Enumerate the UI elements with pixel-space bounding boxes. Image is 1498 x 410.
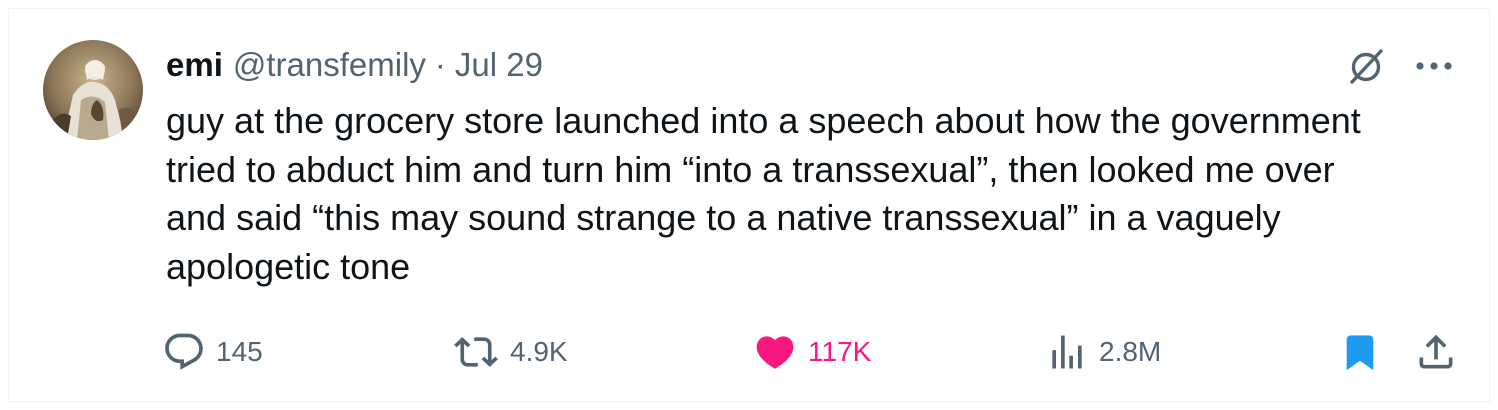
grok-icon[interactable] [1346,46,1386,86]
views-button[interactable]: 2.8M [1045,330,1161,374]
share-button[interactable] [1414,330,1458,374]
tweet-header: emi @transfemily · Jul 29 [166,42,543,88]
display-name[interactable]: emi [166,46,223,84]
bookmark-icon [1346,335,1374,371]
tweet-text-line: and said “this may sound strange to a na… [166,197,1281,238]
avatar[interactable] [43,40,143,140]
tweet-text-line: guy at the grocery store launched into a… [166,100,1361,141]
like-button[interactable]: 117K [752,330,871,374]
tweet-text: guy at the grocery store launched into a… [166,97,1466,291]
views-icon [1052,335,1082,369]
repost-icon [454,337,498,367]
avatar-image [43,40,143,140]
reply-button[interactable]: 145 [162,330,263,374]
share-icon [1419,334,1453,369]
views-count: 2.8M [1099,336,1162,367]
like-icon [756,336,794,369]
tweet-date[interactable]: Jul 29 [455,46,543,84]
repost-button[interactable]: 4.9K [452,330,568,374]
separator-dot: · [434,46,446,83]
reply-count: 145 [216,336,263,367]
user-handle[interactable]: @transfemily [233,46,426,84]
like-count: 117K [808,336,872,367]
reply-icon [165,333,203,370]
more-icon[interactable] [1412,58,1456,74]
tweet-text-line: apologetic tone [166,245,411,287]
repost-count: 4.9K [510,336,568,367]
bookmark-button[interactable] [1340,330,1380,374]
tweet-text-line: tried to abduct him and turn him “into a… [166,148,1335,190]
